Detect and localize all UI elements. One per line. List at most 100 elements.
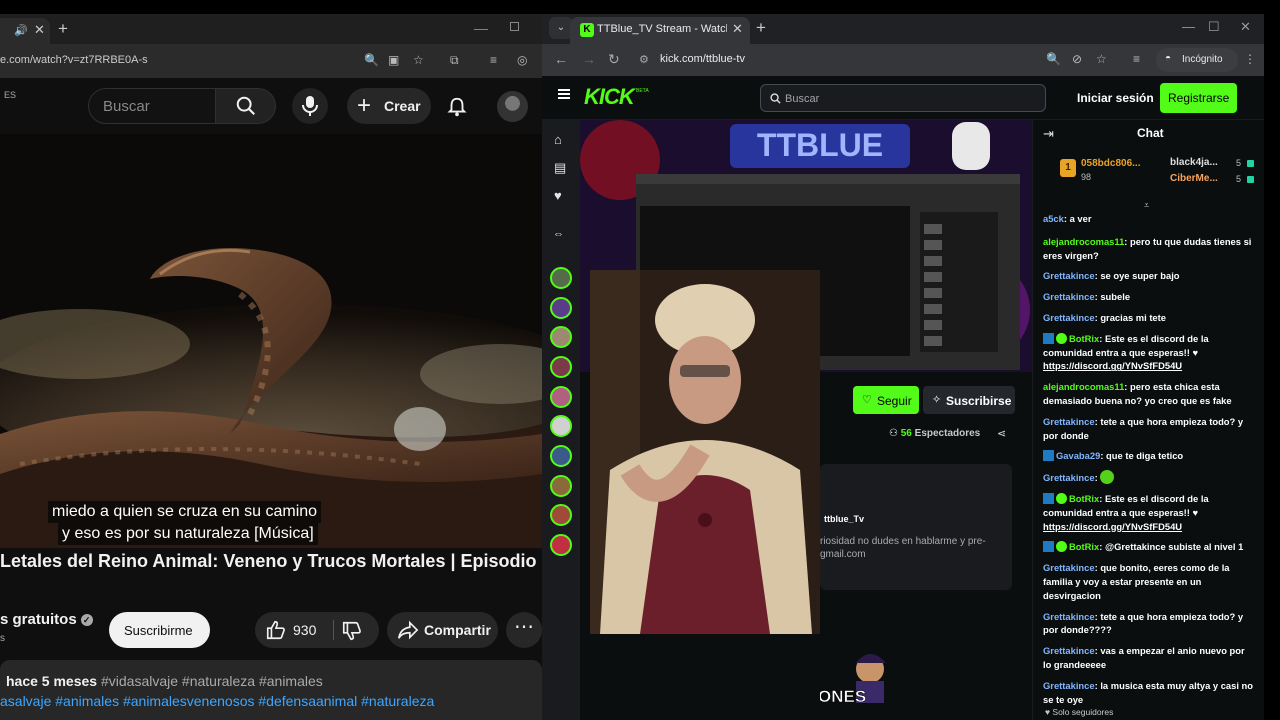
share-icon[interactable]: ⋖ [997, 427, 1006, 440]
top-hashtags: #vidasalvaje #naturaleza #animales [100, 673, 323, 689]
chat-username[interactable]: BotRix [1069, 541, 1099, 552]
following-heart-icon[interactable]: ♥ [554, 188, 562, 203]
bookmark-star-icon[interactable]: ☆ [1096, 52, 1107, 66]
new-tab-icon[interactable]: + [756, 18, 766, 38]
sidebar-channel-avatar[interactable] [550, 475, 572, 497]
zoom-icon[interactable]: 🔍 [1046, 52, 1061, 66]
chat-username[interactable]: Grettakince [1043, 291, 1095, 302]
hamburger-menu-icon[interactable] [558, 89, 570, 99]
chat-text: gracias mi tete [1100, 311, 1166, 323]
sidebar-channel-avatar[interactable] [550, 445, 572, 467]
description-box[interactable]: hace 5 meses #vidasalvaje #naturaleza #a… [0, 660, 542, 720]
close-tab-icon[interactable]: ✕ [732, 21, 743, 37]
kebab-menu-icon[interactable]: ⋮ [1244, 52, 1256, 66]
search-input[interactable]: Buscar [760, 84, 1046, 112]
voice-search-button[interactable] [292, 88, 328, 124]
forward-icon[interactable]: → [582, 51, 596, 67]
chat-link[interactable]: https://discord.gg/YNvSfFD54U [1043, 521, 1182, 532]
verified-badge-icon [1056, 492, 1067, 504]
more-actions-button[interactable]: ⋯ [506, 612, 542, 648]
chat-username[interactable]: alejandrocomas11 [1043, 236, 1124, 247]
new-tab-icon[interactable]: + [58, 19, 68, 39]
chat-username[interactable]: Grettakince [1043, 680, 1095, 691]
sidebar-channel-avatar[interactable] [550, 297, 572, 319]
chat-username[interactable]: Grettakince [1043, 416, 1095, 427]
tracking-eye-off-icon[interactable]: ⊘ [1072, 52, 1082, 66]
bio-line-1: riosidad no dudes en hablarme y pre- [820, 536, 986, 547]
zoom-icon[interactable]: 🔍 [364, 53, 379, 67]
browse-icon[interactable]: ▤ [554, 160, 566, 176]
media-controls-icon[interactable]: ≡ [490, 53, 497, 67]
url-text[interactable]: e.com/watch?v=zt7RRBE0A-s [0, 54, 148, 66]
notifications-bell-icon[interactable] [446, 96, 468, 118]
chat-link[interactable]: https://discord.gg/YNvSfFD54U [1043, 360, 1182, 371]
browser-tab-youtube[interactable]: 🔊 ✕ [0, 18, 50, 44]
recommended-arrows-icon[interactable]: ⇔ [553, 228, 564, 240]
close-window-icon[interactable]: ✕ [1240, 19, 1251, 35]
sidebar-channel-avatar[interactable] [550, 415, 572, 437]
profile-icon[interactable]: ◎ [517, 53, 527, 67]
chat-username[interactable]: Grettakince [1043, 611, 1095, 622]
supporter-value: 98 [1081, 172, 1092, 182]
chat-username[interactable]: BotRix [1069, 333, 1099, 344]
chat-username[interactable]: Gavaba29 [1056, 450, 1100, 461]
channel-name[interactable]: s gratuitos ✓ [0, 611, 93, 628]
sidebar-channel-avatar[interactable] [550, 356, 572, 378]
reload-icon[interactable]: ↻ [608, 51, 620, 68]
follow-button[interactable]: ♡ Seguir [853, 386, 919, 414]
chat-username[interactable]: Grettakince [1043, 270, 1095, 281]
thumbs-up-icon[interactable] [265, 619, 287, 641]
minimize-icon[interactable]: — [474, 20, 488, 36]
bookmark-star-icon[interactable]: ☆ [413, 53, 424, 67]
chat-username[interactable]: BotRix [1069, 493, 1099, 504]
chat-text: se oye super bajo [1100, 270, 1180, 282]
sidebar-channel-avatar[interactable] [550, 326, 572, 348]
create-button[interactable]: + Crear [347, 88, 431, 124]
chat-username[interactable]: Grettakince [1043, 472, 1095, 483]
media-controls-icon[interactable]: ≡ [1133, 52, 1140, 66]
register-button[interactable]: Registrarse [1160, 83, 1237, 113]
chat-message: Grettakince: subele [1043, 291, 1131, 303]
share-button[interactable]: Compartir [387, 612, 498, 648]
cast-icon[interactable]: ▣ [388, 53, 399, 67]
expand-pinned-icon[interactable]: ⩡ [1144, 200, 1149, 211]
sidebar-channel-avatar[interactable] [550, 386, 572, 408]
chat-username[interactable]: Grettakince [1043, 562, 1095, 573]
incognito-indicator[interactable]: ◓ Incógnito [1156, 48, 1238, 72]
subscribe-button[interactable]: Suscribirme [109, 612, 210, 648]
chat-username[interactable]: a5ck [1043, 213, 1064, 224]
collapse-chat-icon[interactable]: ⇥ [1043, 126, 1054, 142]
supporter-name[interactable]: 058bdc806... [1081, 158, 1140, 169]
subscribe-button[interactable]: ✧ Suscribirse [923, 386, 1015, 414]
supporter-name[interactable]: black4ja... [1170, 157, 1218, 168]
search-button[interactable] [216, 88, 276, 124]
extensions-icon[interactable]: ⧉ [450, 53, 459, 68]
beta-badge: BETA [636, 88, 649, 94]
minimize-icon[interactable]: — [1182, 19, 1195, 34]
thumbs-down-icon[interactable] [341, 620, 363, 642]
kick-window: ⌄ K TTBlue_TV Stream - Watch ✕ + — ☐ ✕ ←… [542, 14, 1264, 720]
sidebar-channel-avatar[interactable] [550, 534, 572, 556]
home-icon[interactable]: ⌂ [554, 132, 562, 147]
maximize-icon[interactable]: ☐ [1208, 19, 1220, 35]
back-icon[interactable]: ← [554, 51, 568, 67]
chat-username[interactable]: Grettakince [1043, 645, 1095, 656]
chat-text: subele [1100, 291, 1131, 303]
browser-tab-kick[interactable]: K TTBlue_TV Stream - Watch ✕ [570, 17, 750, 44]
video-player[interactable]: miedo a quien se cruza en su camino y es… [0, 134, 542, 548]
site-info-icon[interactable]: ⚙ [639, 53, 649, 66]
maximize-icon[interactable] [510, 22, 519, 31]
supporter-name[interactable]: CiberMe... [1170, 173, 1218, 184]
login-button[interactable]: Iniciar sesión [1077, 91, 1154, 105]
avatar[interactable] [497, 91, 528, 122]
url-text[interactable]: kick.com/ttblue-tv [660, 53, 745, 65]
chat-username[interactable]: alejandrocomas11 [1043, 381, 1124, 392]
follow-label: Seguir [877, 394, 912, 408]
close-tab-icon[interactable]: ✕ [34, 22, 45, 38]
kick-logo[interactable]: KICK [584, 84, 635, 110]
sidebar-channel-avatar[interactable] [550, 504, 572, 526]
sidebar-channel-avatar[interactable] [550, 267, 572, 289]
description-hashtags[interactable]: asalvaje #animales #animalesvenenosos #d… [0, 693, 434, 709]
chat-username[interactable]: Grettakince [1043, 312, 1095, 323]
search-input[interactable]: Buscar [88, 88, 216, 124]
